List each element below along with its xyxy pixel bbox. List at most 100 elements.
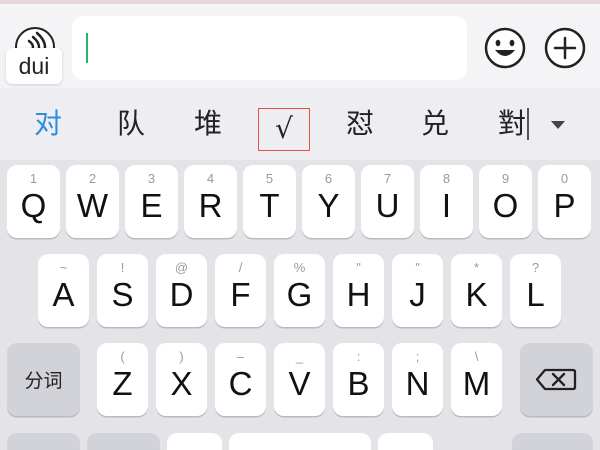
key-label: I [441, 187, 452, 224]
segment-key[interactable]: 分词 [7, 343, 80, 416]
key-label: J [409, 276, 426, 313]
key-j[interactable]: " J [392, 254, 443, 327]
key-label: H [346, 276, 371, 313]
key-hint: 6 [324, 171, 333, 186]
key-n[interactable]: ; N [392, 343, 443, 416]
space-key[interactable] [229, 433, 371, 450]
key-label: G [286, 276, 313, 313]
key-g[interactable]: % G [274, 254, 325, 327]
key-label: W [76, 187, 109, 224]
candidate-divider [527, 108, 529, 140]
key-label: Z [112, 365, 133, 402]
comma-key[interactable] [167, 433, 222, 450]
key-hint: 5 [265, 171, 274, 186]
key-o[interactable]: 9O [479, 165, 532, 238]
emoji-button[interactable] [483, 26, 527, 70]
key-v[interactable]: _ V [274, 343, 325, 416]
key-hint: ( [120, 349, 125, 364]
key-w[interactable]: 2W [66, 165, 119, 238]
key-k[interactable]: * K [451, 254, 502, 327]
key-hint: _ [295, 349, 304, 364]
segment-key-label: 分词 [24, 370, 63, 392]
key-y[interactable]: 6Y [302, 165, 355, 238]
key-i[interactable]: 8I [420, 165, 473, 238]
keyboard: 1Q 2W 3E 4R 5T 6Y 7U 8I 9O 0P ~ A ! S @ D /… [0, 160, 600, 450]
key-hint: ? [531, 260, 540, 275]
key-hint: 7 [383, 171, 392, 186]
key-hint: 0 [560, 171, 569, 186]
key-label: A [52, 276, 75, 313]
key-u[interactable]: 7U [361, 165, 414, 238]
key-hint: 1 [29, 171, 38, 186]
key-hint: ; [415, 349, 420, 364]
key-hint: @ [174, 260, 189, 275]
pinyin-text: dui [18, 52, 50, 79]
backspace-icon [535, 368, 577, 391]
period-key[interactable] [378, 433, 433, 450]
key-l[interactable]: ? L [510, 254, 561, 327]
key-hint: " [356, 260, 361, 275]
plus-circle-icon [544, 27, 586, 69]
key-label: P [553, 187, 576, 224]
key-hint: * [473, 260, 480, 275]
candidate-bar: 对 队 堆 √ 怼 兑 對 [0, 88, 600, 160]
candidate-7[interactable]: 對 [486, 104, 538, 144]
key-label: S [111, 276, 134, 313]
key-s[interactable]: ! S [97, 254, 148, 327]
candidate-5[interactable]: 怼 [334, 104, 386, 144]
key-hint: ~ [59, 260, 68, 275]
key-label: T [259, 187, 280, 224]
key-label: D [169, 276, 194, 313]
key-e[interactable]: 3E [125, 165, 178, 238]
symbol-key[interactable] [7, 433, 80, 450]
triangle-down-icon[interactable] [551, 121, 565, 129]
key-z[interactable]: (Z [97, 343, 148, 416]
key-hint: ! [120, 260, 125, 275]
key-label: L [526, 276, 545, 313]
key-r[interactable]: 4R [184, 165, 237, 238]
key-hint: 8 [442, 171, 451, 186]
key-label: M [462, 365, 491, 402]
message-input-field[interactable] [72, 16, 467, 80]
key-label: V [288, 365, 311, 402]
key-label: Q [20, 187, 47, 224]
key-p[interactable]: 0P [538, 165, 591, 238]
key-label: O [492, 187, 519, 224]
key-hint: 2 [88, 171, 97, 186]
key-d[interactable]: @ D [156, 254, 207, 327]
input-bar [0, 4, 600, 88]
key-a[interactable]: ~ A [38, 254, 89, 327]
key-label: U [375, 187, 400, 224]
key-label: F [230, 276, 251, 313]
more-options-button[interactable] [543, 26, 587, 70]
key-label: B [347, 365, 370, 402]
enter-key[interactable] [512, 433, 593, 450]
key-label: X [170, 365, 193, 402]
key-f[interactable]: / F [215, 254, 266, 327]
key-b[interactable]: :B [333, 343, 384, 416]
key-x[interactable]: ) X [156, 343, 207, 416]
number-key[interactable] [87, 433, 160, 450]
key-hint: ) [179, 349, 184, 364]
smiley-face-icon [484, 27, 526, 69]
key-c[interactable]: – C [215, 343, 266, 416]
candidate-1[interactable]: 对 [22, 104, 74, 144]
key-h[interactable]: " H [333, 254, 384, 327]
candidate-2[interactable]: 队 [105, 104, 157, 144]
candidate-6[interactable]: 兑 [409, 104, 461, 144]
key-hint: % [293, 260, 306, 275]
backspace-key[interactable] [520, 343, 593, 416]
key-label: E [140, 187, 163, 224]
candidate-4-highlighted[interactable]: √ [258, 108, 310, 151]
key-label: Y [317, 187, 340, 224]
key-hint: – [236, 349, 245, 364]
key-q[interactable]: 1Q [7, 165, 60, 238]
key-label: R [198, 187, 223, 224]
key-label: N [405, 365, 430, 402]
key-m[interactable]: \ M [451, 343, 502, 416]
candidate-3[interactable]: 堆 [182, 104, 234, 144]
key-t[interactable]: 5T [243, 165, 296, 238]
pinyin-composition: dui [6, 48, 62, 84]
key-hint: / [238, 260, 243, 275]
key-hint: 4 [206, 171, 215, 186]
